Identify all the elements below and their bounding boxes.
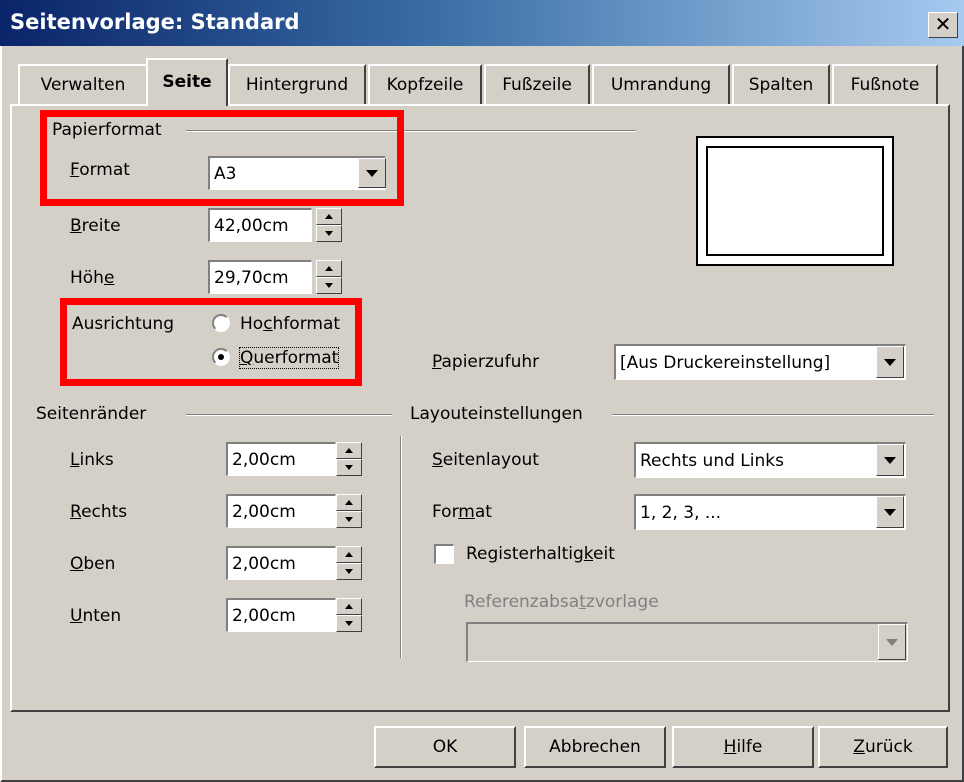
tab-spalten[interactable]: Spalten <box>732 64 830 104</box>
paper-tray-select[interactable]: [Aus Druckereinstellung] <box>614 344 906 380</box>
numbering-format-select[interactable]: 1, 2, 3, ... <box>634 494 906 530</box>
margin-left-label: Links <box>70 450 114 470</box>
margins-separator <box>186 414 392 416</box>
page-layout-select[interactable]: Rechts und Links <box>634 442 906 478</box>
tab-fussnote[interactable]: Fußnote <box>832 64 938 104</box>
cancel-button[interactable]: Abbrechen <box>524 726 666 768</box>
margin-top-spinner[interactable] <box>336 546 362 580</box>
arrow-up-icon <box>345 448 353 453</box>
arrow-down-icon <box>345 517 353 522</box>
arrow-up-icon <box>325 214 333 219</box>
spin-up-button[interactable] <box>336 494 362 511</box>
vertical-separator <box>400 436 402 658</box>
paper-tray-label: Papierzufuhr <box>432 352 540 372</box>
margin-top-label: Oben <box>70 554 116 574</box>
width-spinner[interactable] <box>316 208 342 242</box>
height-spinner[interactable] <box>316 260 342 294</box>
arrow-down-icon <box>325 231 333 236</box>
spin-up-button[interactable] <box>316 208 342 225</box>
tab-fusszeile[interactable]: Fußzeile <box>484 64 590 104</box>
width-label: Breite <box>70 216 121 236</box>
close-button[interactable]: ✕ <box>928 12 958 38</box>
paper-tray-dropdown-button[interactable] <box>876 346 904 378</box>
margin-right-label: Rechts <box>70 502 128 522</box>
margins-group-label: Seitenränder <box>36 404 147 424</box>
reference-style-label: Referenzabsatzvorlage <box>464 592 659 612</box>
page-layout-label: Seitenlayout <box>432 450 539 470</box>
layout-separator <box>612 414 934 416</box>
arrow-up-icon <box>345 604 353 609</box>
window-title: Seitenvorlage: Standard <box>10 10 300 34</box>
margin-bottom-label: Unten <box>70 606 122 626</box>
spin-up-button[interactable] <box>316 260 342 277</box>
page-layout-dropdown-button[interactable] <box>876 444 904 476</box>
page-preview <box>696 136 894 266</box>
highlight-box-orientation <box>60 298 362 386</box>
tab-verwalten[interactable]: Verwalten <box>18 64 148 104</box>
arrow-down-icon <box>345 569 353 574</box>
margin-bottom-spinner[interactable] <box>336 598 362 632</box>
chevron-down-icon <box>884 358 896 366</box>
spin-down-button[interactable] <box>336 511 362 528</box>
page-preview-margin <box>706 146 884 256</box>
width-field[interactable]: 42,00cm <box>208 208 312 242</box>
margin-right-field[interactable]: 2,00cm <box>226 494 336 528</box>
register-true-checkbox[interactable] <box>434 544 454 564</box>
spin-up-button[interactable] <box>336 442 362 459</box>
spin-up-button[interactable] <box>336 598 362 615</box>
margin-left-field[interactable]: 2,00cm <box>226 442 336 476</box>
spin-down-button[interactable] <box>336 563 362 580</box>
spin-down-button[interactable] <box>316 225 342 242</box>
layout-group-label: Layouteinstellungen <box>410 404 583 424</box>
spin-up-button[interactable] <box>336 546 362 563</box>
back-button[interactable]: Zurück <box>818 726 948 768</box>
register-true-label[interactable]: Registerhaltigkeit <box>466 544 615 564</box>
tab-kopfzeile[interactable]: Kopfzeile <box>368 64 482 104</box>
arrow-down-icon <box>345 465 353 470</box>
height-field[interactable]: 29,70cm <box>208 260 312 294</box>
tab-umrandung[interactable]: Umrandung <box>592 64 730 104</box>
margin-top-field[interactable]: 2,00cm <box>226 546 336 580</box>
chevron-down-icon <box>884 508 896 516</box>
ok-button[interactable]: OK <box>374 726 516 768</box>
arrow-down-icon <box>325 283 333 288</box>
chevron-down-icon <box>884 456 896 464</box>
arrow-up-icon <box>345 500 353 505</box>
arrow-up-icon <box>345 552 353 557</box>
spin-down-button[interactable] <box>316 277 342 294</box>
numbering-format-label: Format <box>432 502 492 522</box>
margin-left-spinner[interactable] <box>336 442 362 476</box>
highlight-box-format <box>40 110 404 206</box>
reference-style-select[interactable] <box>466 622 908 662</box>
height-label: Höhe <box>70 268 115 288</box>
reference-style-dropdown-button[interactable] <box>878 624 906 660</box>
help-button[interactable]: Hilfe <box>672 726 814 768</box>
arrow-down-icon <box>345 621 353 626</box>
close-icon: ✕ <box>934 12 952 36</box>
spin-down-button[interactable] <box>336 459 362 476</box>
tab-hintergrund[interactable]: Hintergrund <box>228 64 366 104</box>
margin-right-spinner[interactable] <box>336 494 362 528</box>
margin-bottom-field[interactable]: 2,00cm <box>226 598 336 632</box>
chevron-down-icon <box>886 638 898 646</box>
tab-seite[interactable]: Seite <box>146 58 228 106</box>
arrow-up-icon <box>325 266 333 271</box>
spin-down-button[interactable] <box>336 615 362 632</box>
numbering-format-dropdown-button[interactable] <box>876 496 904 528</box>
